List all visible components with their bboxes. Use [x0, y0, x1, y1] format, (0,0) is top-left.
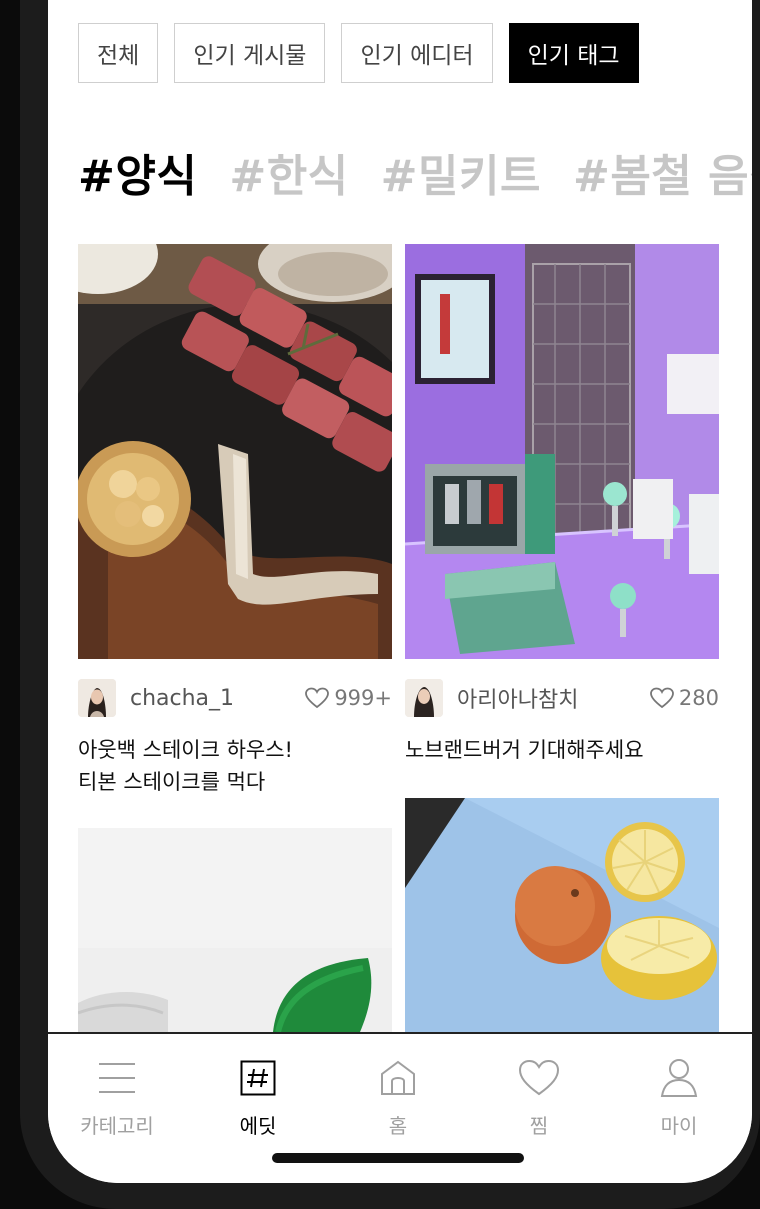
post-title[interactable]: 노브랜드버거 기대해주세요: [405, 734, 725, 766]
nav-edit[interactable]: 에딧: [203, 1056, 313, 1139]
like-count-value: 280: [678, 686, 719, 710]
nav-label: 홈: [388, 1114, 408, 1138]
nav-label: 찜: [529, 1114, 549, 1138]
heart-icon: [305, 687, 330, 709]
nav-my[interactable]: 마이: [624, 1056, 734, 1139]
hashtag-mealkit[interactable]: #밀키트: [381, 140, 541, 204]
green-chair-photo[interactable]: [78, 828, 392, 1032]
post-title-line: 티본 스테이크를 먹다: [78, 770, 266, 794]
home-indicator: [272, 1153, 524, 1163]
steak-photo[interactable]: [78, 244, 392, 659]
post-meta: 아리아나참치 280: [405, 678, 719, 718]
nav-label: 에딧: [239, 1114, 277, 1138]
nav-wishlist[interactable]: 찜: [484, 1056, 594, 1139]
post-username[interactable]: chacha_1: [130, 686, 305, 711]
like-count[interactable]: 999+: [305, 686, 392, 710]
post-title-line: 아웃백 스테이크 하우스!: [78, 738, 293, 762]
hashtag-korean[interactable]: #한식: [229, 140, 348, 204]
tab-popular-posts[interactable]: 인기 게시물: [174, 23, 326, 83]
home-icon: [376, 1056, 420, 1100]
heart-icon: [650, 687, 674, 709]
person-icon: [657, 1056, 701, 1100]
citrus-fruit-photo[interactable]: [405, 798, 719, 1032]
hashtag-spring-food[interactable]: #봄철 음식: [573, 140, 752, 204]
menu-icon: [95, 1056, 139, 1100]
avatar[interactable]: [405, 679, 443, 717]
heart-icon: [517, 1056, 561, 1100]
hashtag-list: #양식 #한식 #밀키트 #봄철 음식: [78, 140, 752, 204]
nav-home[interactable]: 홈: [343, 1056, 453, 1139]
post-title[interactable]: 아웃백 스테이크 하우스! 티본 스테이크를 먹다: [78, 734, 398, 798]
filter-tabs: 전체 인기 게시물 인기 에디터 인기 태그: [78, 23, 639, 83]
tab-all[interactable]: 전체: [78, 23, 159, 83]
tab-popular-tags[interactable]: 인기 태그: [508, 23, 639, 83]
popup-store-photo[interactable]: [405, 244, 719, 659]
post-title-line: 노브랜드버거 기대해주세요: [405, 738, 644, 762]
post-username[interactable]: 아리아나참치: [457, 682, 650, 714]
hashtag-western[interactable]: #양식: [78, 140, 197, 204]
avatar[interactable]: [78, 679, 116, 717]
nav-category[interactable]: 카테고리: [62, 1056, 172, 1139]
hash-icon: [236, 1056, 280, 1100]
like-count[interactable]: 280: [650, 686, 719, 710]
nav-label: 마이: [660, 1114, 698, 1138]
post-meta: chacha_1 999+: [78, 678, 392, 718]
tab-popular-editors[interactable]: 인기 에디터: [341, 23, 493, 83]
like-count-value: 999+: [334, 686, 392, 710]
nav-label: 카테고리: [80, 1114, 154, 1138]
app-screen: 전체 인기 게시물 인기 에디터 인기 태그 #양식 #한식 #밀키트 #봄철 …: [48, 0, 752, 1183]
